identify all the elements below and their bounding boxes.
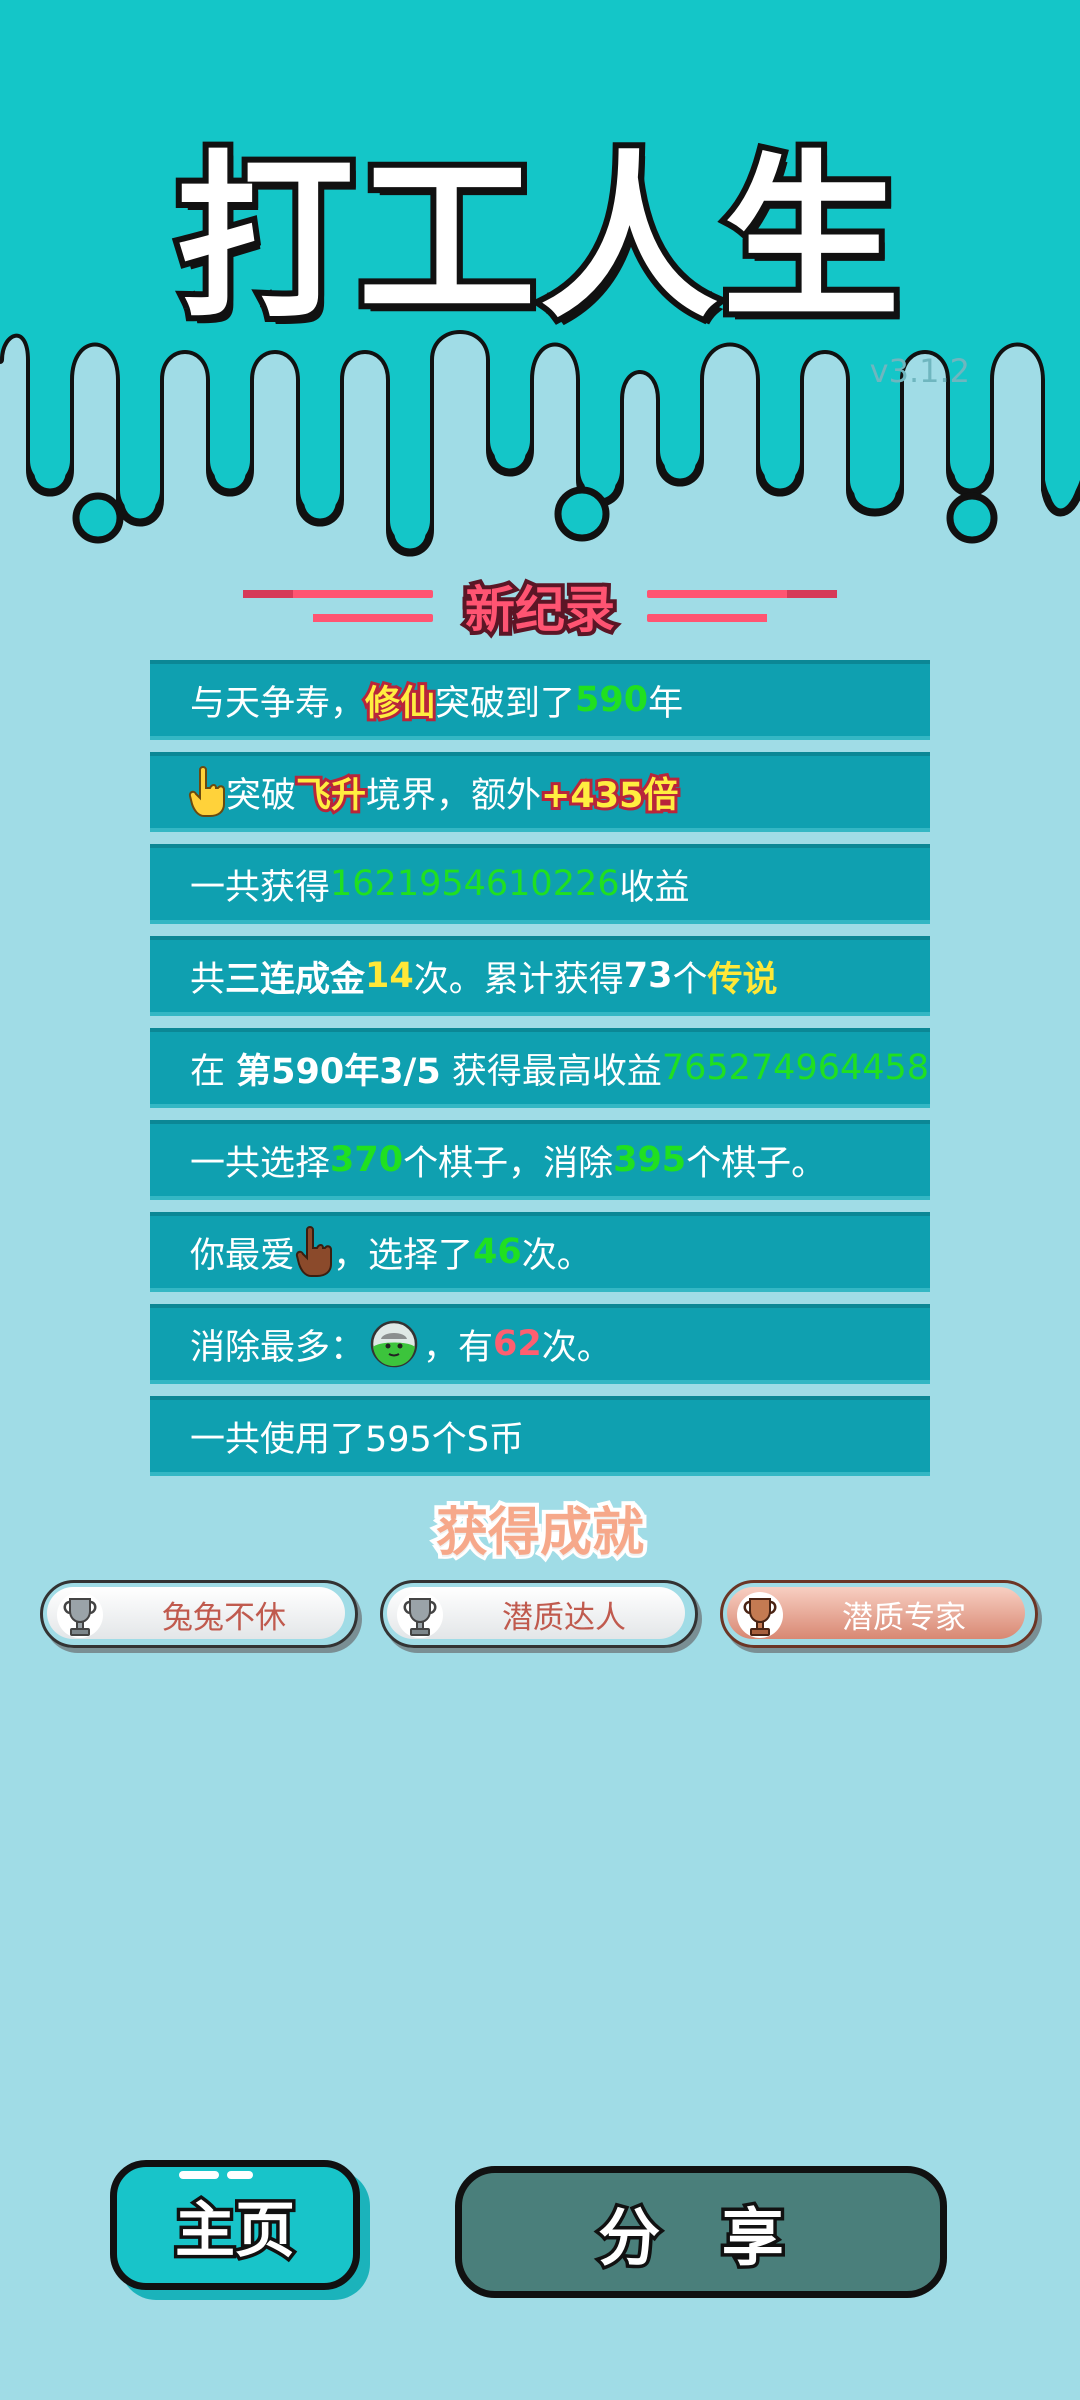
stat-text: ，有 bbox=[423, 1327, 494, 1368]
stat-value: 590 bbox=[575, 680, 649, 720]
trophy-icon bbox=[737, 1592, 783, 1638]
stat-highlight: 三连成金 bbox=[225, 959, 366, 1000]
stat-text: 个棋子，消除 bbox=[403, 1143, 614, 1184]
stat-value: 370 bbox=[330, 1140, 404, 1180]
header-banner: 打工人生 v3.1.2 bbox=[0, 0, 1080, 560]
achievement-badge[interactable]: 兔兔不休 bbox=[40, 1580, 358, 1648]
stat-row-total-income: 一共获得 1621954610226 收益 bbox=[150, 844, 930, 924]
stat-text: 次。 bbox=[521, 1235, 592, 1276]
right-dash-decoration bbox=[647, 590, 847, 622]
stat-row-pieces: 一共选择 370 个棋子，消除 395 个棋子。 bbox=[150, 1120, 930, 1200]
home-button-label: 主页 bbox=[172, 2192, 299, 2269]
stat-text: 收益 bbox=[619, 867, 690, 908]
stat-row-triple-gold: 共三连成金 14 次。累计获得 73 个传说 bbox=[150, 936, 930, 1016]
stat-text: 次。累计获得 bbox=[413, 959, 624, 1000]
left-dash-decoration bbox=[233, 590, 433, 622]
stat-row-best-income: 在 第590年3/5 获得最高收益 765274964458 bbox=[150, 1028, 930, 1108]
stat-text: 次。 bbox=[541, 1327, 612, 1368]
stat-text: 你最爱 bbox=[190, 1235, 296, 1276]
stat-value: 765274964458 bbox=[661, 1048, 930, 1088]
pointing-hand-icon bbox=[188, 766, 225, 817]
trophy-icon bbox=[57, 1592, 103, 1638]
stat-text: 一共选择 bbox=[190, 1143, 331, 1184]
stat-row-most-eliminated: 消除最多： ，有 62 次。 bbox=[150, 1304, 930, 1384]
stat-text: 一共使用了595个S币 bbox=[190, 1419, 525, 1460]
new-record-title: 新纪录 bbox=[461, 577, 619, 643]
stat-value: 395 bbox=[613, 1140, 687, 1180]
achievement-label: 潜质达人 bbox=[502, 1599, 626, 1636]
pointing-hand-icon bbox=[295, 1226, 333, 1277]
stat-text: 在 bbox=[190, 1051, 237, 1092]
stat-row-lifespan: 与天争寿， 修仙 突破到了 590 年 bbox=[150, 660, 930, 740]
stat-highlight: 飞升 bbox=[293, 773, 369, 819]
stat-text: ，选择了 bbox=[333, 1235, 474, 1276]
stats-list: 与天争寿， 修仙 突破到了 590 年 突破 飞升 境界，额外 +435倍 一共获得 16219… bbox=[150, 660, 930, 1488]
stat-highlight: +435倍 bbox=[538, 773, 681, 819]
stat-text: 消除最多： bbox=[190, 1327, 366, 1368]
achievement-badges: 兔兔不休 潜质达人 潜质专家 bbox=[40, 1580, 1040, 1652]
achievement-label: 兔兔不休 bbox=[162, 1599, 286, 1636]
achievement-badge[interactable]: 潜质专家 bbox=[720, 1580, 1038, 1648]
stat-text: 个棋子。 bbox=[686, 1143, 827, 1184]
stat-value: 73 bbox=[623, 956, 673, 996]
stat-text: 获得最高收益 bbox=[440, 1051, 662, 1092]
stat-value: 14 bbox=[365, 956, 414, 996]
stat-text: 共 bbox=[190, 959, 226, 1000]
stat-text: 突破到了 bbox=[435, 683, 576, 724]
trophy-icon bbox=[397, 1592, 443, 1638]
stat-value: 1621954610226 bbox=[330, 864, 620, 904]
achievement-badge[interactable]: 潜质达人 bbox=[380, 1580, 698, 1648]
achievement-label: 潜质专家 bbox=[842, 1599, 966, 1636]
achievements-title: 获得成就 bbox=[432, 1499, 648, 1567]
stat-text: 突破 bbox=[226, 775, 297, 816]
home-button[interactable]: 主页 bbox=[110, 2160, 360, 2290]
version-label: v3.1.2 bbox=[869, 352, 970, 390]
stat-row-ascension: 突破 飞升 境界，额外 +435倍 bbox=[150, 752, 930, 832]
stat-text: 个 bbox=[672, 959, 708, 1000]
share-button-label: 分 享 bbox=[595, 2198, 804, 2278]
stat-highlight: 修仙 bbox=[362, 681, 438, 727]
stat-row-coins: 一共使用了595个S币 bbox=[150, 1396, 930, 1476]
stat-text: 一共获得 bbox=[190, 867, 331, 908]
stat-value: 46 bbox=[473, 1232, 522, 1272]
stat-highlight: 传说 bbox=[707, 959, 778, 1000]
stat-text: 与天争寿， bbox=[190, 683, 366, 724]
share-button[interactable]: 分 享 bbox=[455, 2166, 947, 2298]
stat-text: 境界，额外 bbox=[366, 775, 542, 816]
zombie-face-piece-icon bbox=[370, 1320, 418, 1368]
app-title: 打工人生 bbox=[170, 129, 906, 348]
stat-value: 62 bbox=[493, 1324, 542, 1364]
stat-text: 年 bbox=[648, 683, 684, 724]
stat-row-favorite: 你最爱 ，选择了 46 次。 bbox=[150, 1212, 930, 1292]
record-heading: 新纪录 bbox=[0, 566, 1080, 646]
stat-highlight: 第590年3/5 bbox=[236, 1051, 441, 1092]
